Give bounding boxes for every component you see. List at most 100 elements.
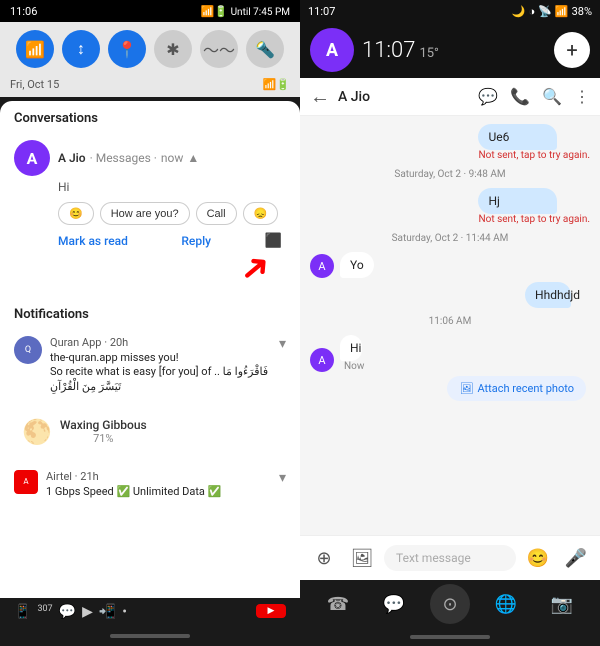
expand-icon[interactable]: ⬛ — [265, 233, 282, 249]
floating-avatar: A — [310, 28, 354, 72]
status-bar-right: 11:07 🌙 ◑ 📡 📶 38% — [300, 0, 600, 22]
airtel-expand-icon[interactable]: ▾ — [279, 470, 286, 486]
conversation-card: A A Jio · Messages · now ▲ Hi 😊 How are … — [0, 132, 300, 257]
status-right-time-group: 11:07 — [308, 5, 335, 18]
more-options-icon[interactable]: ⋮ — [574, 87, 590, 106]
text-message-input[interactable]: Text message — [384, 545, 516, 571]
date-divider-3: 11:06 AM — [310, 316, 590, 327]
floating-temp: 15° — [419, 46, 438, 61]
date-row: Fri, Oct 15 📶🔋 — [0, 76, 300, 97]
back-icon[interactable]: ← — [310, 84, 330, 109]
nav-chrome[interactable]: 🌐 — [486, 584, 526, 624]
signal-battery-left: 📶🔋 Until 7:45 PM — [200, 5, 290, 18]
home-indicator-left — [0, 626, 300, 646]
msg-received-hi-row: A Hi Now — [310, 335, 590, 372]
quick-reply-call[interactable]: Call — [196, 202, 237, 225]
quick-reply-emoji1[interactable]: 😊 — [58, 202, 94, 225]
mark-read-link[interactable]: Mark as read — [58, 234, 128, 248]
msg-error-ue6[interactable]: Not sent, tap to try again. — [478, 150, 590, 161]
search-icon[interactable]: 🔍 — [542, 87, 562, 106]
bluetooth-toggle[interactable]: ✱ — [154, 30, 192, 68]
airtel-notif: A Airtel · 21h 1 Gbps Speed ✅ Unlimited … — [0, 462, 300, 506]
nav-phone[interactable]: ☎ — [318, 584, 358, 624]
bottom-icons-left: 📱 307 💬 ▶ 📲 • ▶ — [0, 598, 300, 626]
home-indicator-right — [300, 628, 600, 646]
time-right: 11:07 — [308, 5, 335, 18]
attach-recent-photo-button[interactable]: 🖼 Attach recent photo — [447, 376, 586, 401]
bottom-nav: ☎ 💬 ⊙ 🌐 📷 — [300, 580, 600, 628]
msg-sent-hhdhdjd: Hhdhdjd — [525, 282, 590, 308]
nav-messages[interactable]: 💬 — [374, 584, 414, 624]
msg-avatar-yo: A — [310, 254, 334, 278]
quick-reply-how[interactable]: How are you? — [100, 202, 190, 225]
conv-avatar: A — [14, 140, 50, 176]
chat-header: ← A Jio 💬 📞 🔍 ⋮ — [300, 78, 600, 116]
airtel-content: Airtel · 21h 1 Gbps Speed ✅ Unlimited Da… — [46, 470, 271, 498]
attach-photo-icon: 🖼 — [459, 382, 473, 395]
chat-header-icons: 💬 📞 🔍 ⋮ — [478, 87, 590, 106]
notif-name: Quran App · 20h — [50, 336, 271, 349]
msg-avatar-hi: A — [310, 348, 334, 372]
time-left: 11:06 — [10, 5, 37, 18]
flashlight-toggle[interactable]: 🔦 — [246, 30, 284, 68]
reply-link[interactable]: Reply — [181, 234, 211, 248]
battery-right: 38% — [572, 5, 592, 18]
msg-sent-hj: Hj Not sent, tap to try again. — [478, 188, 590, 225]
msg-bubble-yo: Yo — [340, 252, 374, 278]
messages-area: Ue6 Not sent, tap to try again. Saturday… — [300, 116, 600, 535]
mic-button[interactable]: 🎤 — [560, 542, 592, 574]
gallery-button[interactable]: 🖼 — [346, 542, 378, 574]
date-display: Fri, Oct 15 — [10, 78, 59, 91]
quick-settings: 📶 ↕ 📍 ✱ 〜〜 🔦 — [0, 22, 300, 76]
sync-toggle[interactable]: 〜〜 — [200, 30, 238, 68]
status-bar-left: 11:06 📶🔋 Until 7:45 PM — [0, 0, 300, 22]
conv-info: A Jio · Messages · now ▲ — [58, 151, 286, 165]
location-toggle[interactable]: 📍 — [108, 30, 146, 68]
floating-header: A 11:07 15° + — [300, 22, 600, 78]
floating-time: 11:07 — [362, 38, 415, 63]
moon-icon: 🌕 — [22, 418, 52, 446]
moon-info: Waxing Gibbous 71% — [60, 418, 147, 445]
airtel-name: Airtel · 21h — [46, 470, 271, 483]
video-call-icon[interactable]: 💬 — [478, 87, 498, 106]
msg-error-hj[interactable]: Not sent, tap to try again. — [478, 214, 590, 225]
emoji-button[interactable]: 😊 — [522, 542, 554, 574]
notifications-title: Notifications — [0, 297, 300, 328]
wifi-toggle[interactable]: 📶 — [16, 30, 54, 68]
airtel-body: 1 Gbps Speed ✅ Unlimited Data ✅ — [46, 485, 271, 498]
msg-time-now: Now — [344, 361, 371, 372]
input-area: ⊕ 🖼 Text message 😊 🎤 — [300, 535, 600, 580]
home-bar-left — [110, 634, 190, 638]
conv-actions: 😊 How are you? Call 😞 — [58, 202, 286, 225]
home-bar-right — [410, 635, 490, 639]
quick-reply-emoji2[interactable]: 😞 — [243, 202, 279, 225]
msg-received-hi-group: Hi Now — [340, 335, 371, 372]
add-icon: ⊕ — [316, 548, 331, 569]
msg-bubble-ue6: Ue6 — [478, 124, 556, 150]
nav-camera[interactable]: 📷 — [542, 584, 582, 624]
msg-bubble-hj: Hj — [478, 188, 556, 214]
conversations-title: Conversations — [0, 101, 300, 132]
phone-icon[interactable]: 📞 — [510, 87, 530, 106]
signal-display: 📶🔋 — [263, 78, 290, 91]
msg-bubble-hhdhdjd: Hhdhdjd — [525, 282, 570, 308]
quran-icon: Q — [14, 336, 42, 364]
add-contact-button[interactable]: + — [554, 32, 590, 68]
date-divider-1: Saturday, Oct 2 · 9:48 AM — [310, 169, 590, 180]
notif-content: Quran App · 20h the-quran.app misses you… — [50, 336, 271, 394]
text-input-placeholder: Text message — [396, 551, 471, 565]
attach-photo-label: Attach recent photo — [477, 382, 574, 395]
notif-expand-icon[interactable]: ▾ — [279, 336, 286, 352]
nav-home[interactable]: ⊙ — [430, 584, 470, 624]
notif-item: Q Quran App · 20h the-quran.app misses y… — [14, 336, 286, 394]
add-attachment-button[interactable]: ⊕ — [308, 542, 340, 574]
conv-message: Hi — [58, 180, 286, 194]
data-toggle[interactable]: ↕ — [62, 30, 100, 68]
notif-body: the-quran.app misses you!So recite what … — [50, 351, 271, 394]
airtel-logo: A — [14, 470, 38, 494]
status-right-icons: 🌙 ◑ 📡 📶 38% — [512, 5, 592, 18]
left-panel: 11:06 📶🔋 Until 7:45 PM 📶 ↕ 📍 ✱ 〜〜 🔦 Fri,… — [0, 0, 300, 646]
mic-icon: 🎤 — [565, 548, 587, 569]
chat-contact-name: A Jio — [338, 89, 470, 105]
emoji-icon: 😊 — [527, 548, 549, 569]
